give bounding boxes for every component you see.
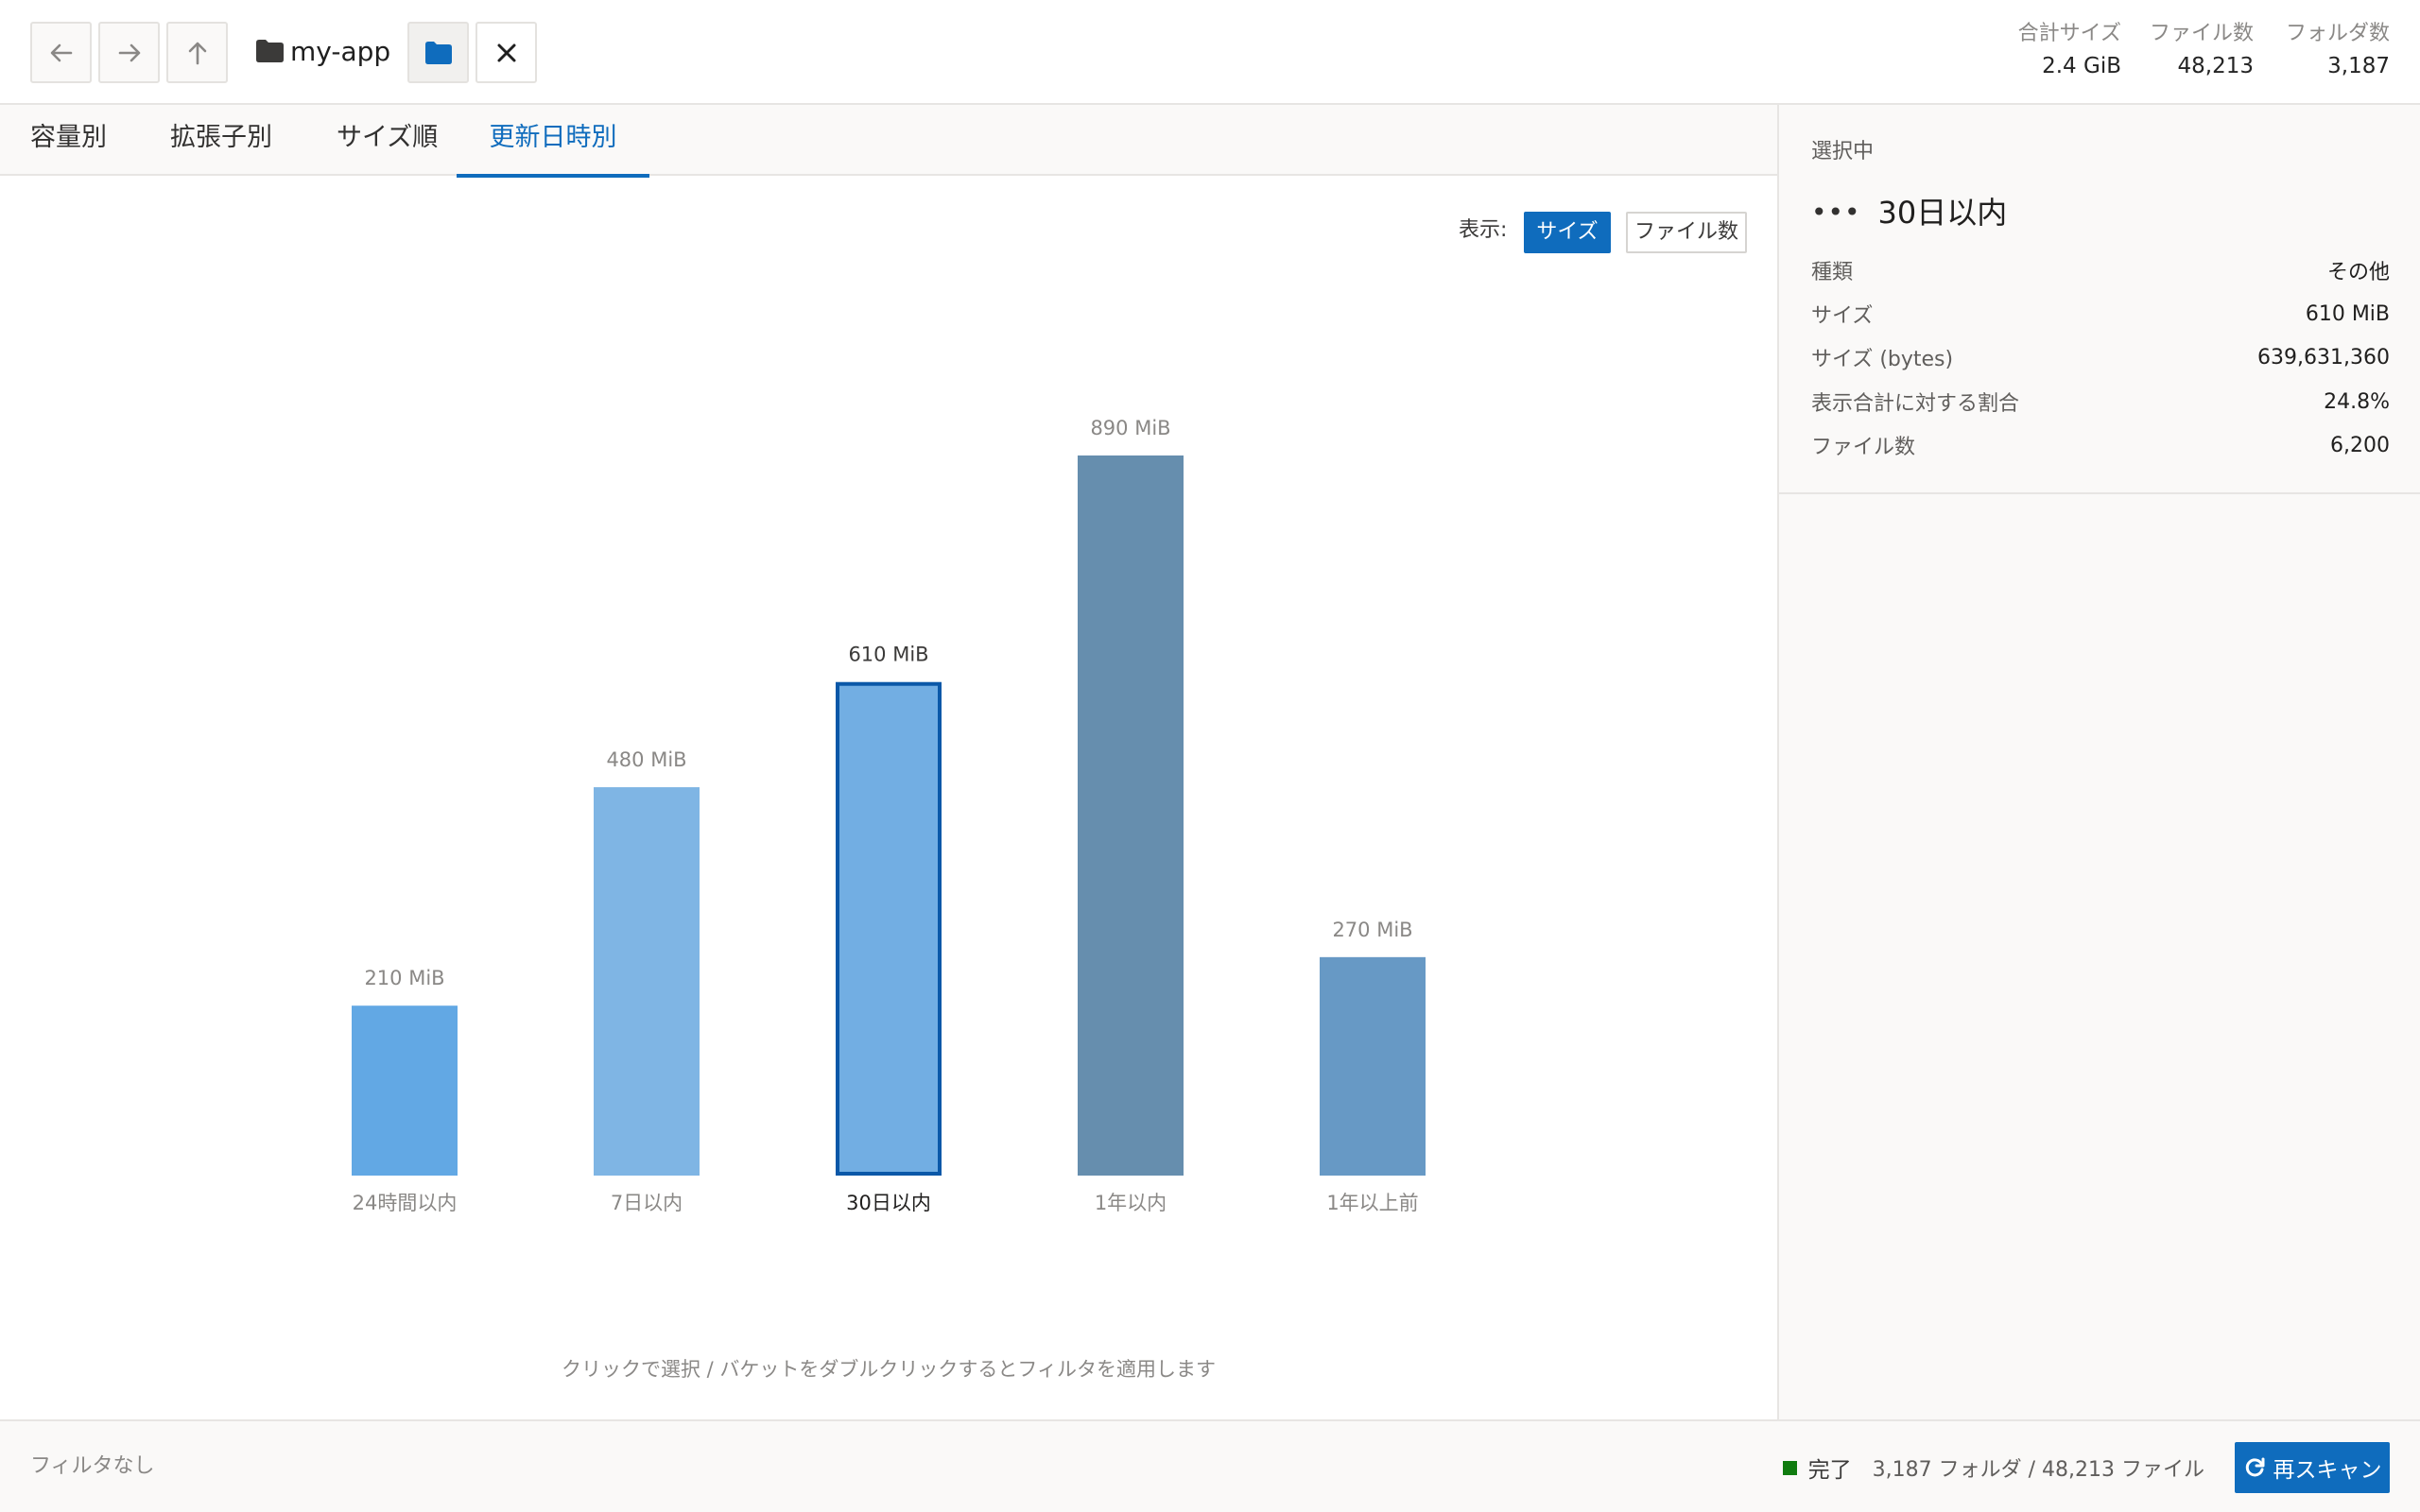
bar-category-label: 24時間以内 [353,1192,458,1214]
bar-category-label: 1年以内 [1095,1192,1167,1214]
detail-key: 種類 [1811,261,1854,284]
refresh-icon [2245,1457,2264,1477]
forward-button[interactable] [98,22,160,83]
detail-key: サイズ (bytes) [1811,348,1954,371]
status-indicator-icon [1782,1460,1797,1475]
tab-by-modified-date[interactable]: 更新日時別 [457,105,649,178]
detail-key: ファイル数 [1811,436,1916,459]
stat-value: 48,213 [2177,54,2254,78]
selection-title: ••• 30日以内 [1811,190,2007,235]
bar-value-label: 480 MiB [606,748,686,771]
stat-label: フォルダ数 [2285,22,2390,45]
view-tabs: 容量別 拡張子別 サイズ順 更新日時別 [0,105,1777,178]
stat-label: ファイル数 [2149,22,2254,45]
stat-value: 3,187 [2327,54,2390,78]
scan-status: 完了 3,187 フォルダ / 48,213 ファイル 再スキャン [1782,1442,2390,1493]
bar-value-label: 270 MiB [1332,919,1412,941]
filter-status: フィルタなし [30,1454,155,1478]
back-button[interactable] [30,22,92,83]
modified-date-chart: 210 MiB 24時間以内 480 MiB 7日以内 610 MiB 30日以内 890 … [352,417,1426,1214]
chart-area: 210 MiB 24時間以内 480 MiB 7日以内 610 MiB 30日以内 890 … [0,178,1777,1419]
divider [1779,492,2420,494]
detail-value: 6,200 [2330,433,2390,457]
stat-label: 合計サイズ [2017,22,2121,45]
selection-panel: 選択中 ••• 30日以内 種類 その他 サイズ 610 MiB サイズ (by… [1777,105,2420,1419]
close-icon [497,43,515,61]
tab-by-size[interactable]: サイズ順 [337,105,438,176]
folder-icon [256,40,284,62]
display-size-button[interactable]: サイズ [1524,212,1611,253]
arrow-up-icon [188,42,206,64]
more-icon: ••• [1811,197,1861,228]
detail-value: その他 [2326,261,2390,284]
selection-name: 30日以内 [1877,195,2008,231]
toolbar: my-app 合計サイズ 2.4 GiB ファイル数 48,213 フォルダ数 … [0,0,2420,105]
chart-bar[interactable] [836,681,942,1176]
rescan-button[interactable]: 再スキャン [2235,1442,2390,1493]
chart-bar[interactable] [1320,956,1426,1176]
detail-row-size: サイズ 610 MiB [1811,292,2390,335]
bar-category-label: 7日以内 [611,1192,683,1214]
status-bar: フィルタなし 完了 3,187 フォルダ / 48,213 ファイル 再スキャン [0,1419,2420,1512]
bar-category-label: 30日以内 [846,1192,931,1214]
chart-bar[interactable] [1078,455,1184,1176]
display-mode-label: 表示: [1459,218,1508,242]
rescan-label: 再スキャン [2273,1458,2382,1483]
detail-value: 639,631,360 [2257,345,2390,369]
detail-key: 表示合計に対する割合 [1811,392,2020,416]
detail-key: サイズ [1811,304,1874,328]
close-button[interactable] [475,22,537,83]
bar-value-label: 610 MiB [848,644,928,666]
bar-value-label: 210 MiB [364,967,444,989]
bar-category-label: 1年以上前 [1326,1192,1418,1214]
stat-value: 2.4 GiB [2042,54,2121,78]
detail-row-file-count: ファイル数 6,200 [1811,423,2390,467]
up-button[interactable] [166,22,228,83]
tab-by-capacity[interactable]: 容量別 [30,105,107,176]
arrow-left-icon [50,43,72,61]
file-count-stat: ファイル数 48,213 [2150,19,2254,83]
chart-hint: クリックで選択 / バケットをダブルクリックするとフィルタを適用します [561,1358,1216,1381]
detail-row-ratio: 表示合計に対する割合 24.8% [1811,380,2390,423]
bar-value-label: 890 MiB [1090,417,1170,439]
detail-value: 610 MiB [2305,301,2390,326]
open-folder-button[interactable] [407,22,469,83]
scan-counts: 3,187 フォルダ / 48,213 ファイル [1872,1458,2204,1482]
chart-bar[interactable] [352,1005,458,1176]
display-file-count-button[interactable]: ファイル数 [1626,212,1747,253]
folder-open-icon [424,41,452,64]
arrow-right-icon [118,43,140,61]
detail-row-type: 種類 その他 [1811,249,2390,292]
folder-count-stat: フォルダ数 3,187 [2286,19,2390,83]
detail-row-bytes: サイズ (bytes) 639,631,360 [1811,335,2390,379]
tab-by-extension[interactable]: 拡張子別 [170,105,272,176]
chart-bar[interactable] [594,787,700,1176]
selection-heading: 選択中 [1811,140,1875,163]
current-path: my-app [290,36,391,67]
scan-state: 完了 [1807,1458,1852,1483]
detail-value: 24.8% [2324,389,2390,414]
total-size-stat: 合計サイズ 2.4 GiB [2018,19,2121,83]
